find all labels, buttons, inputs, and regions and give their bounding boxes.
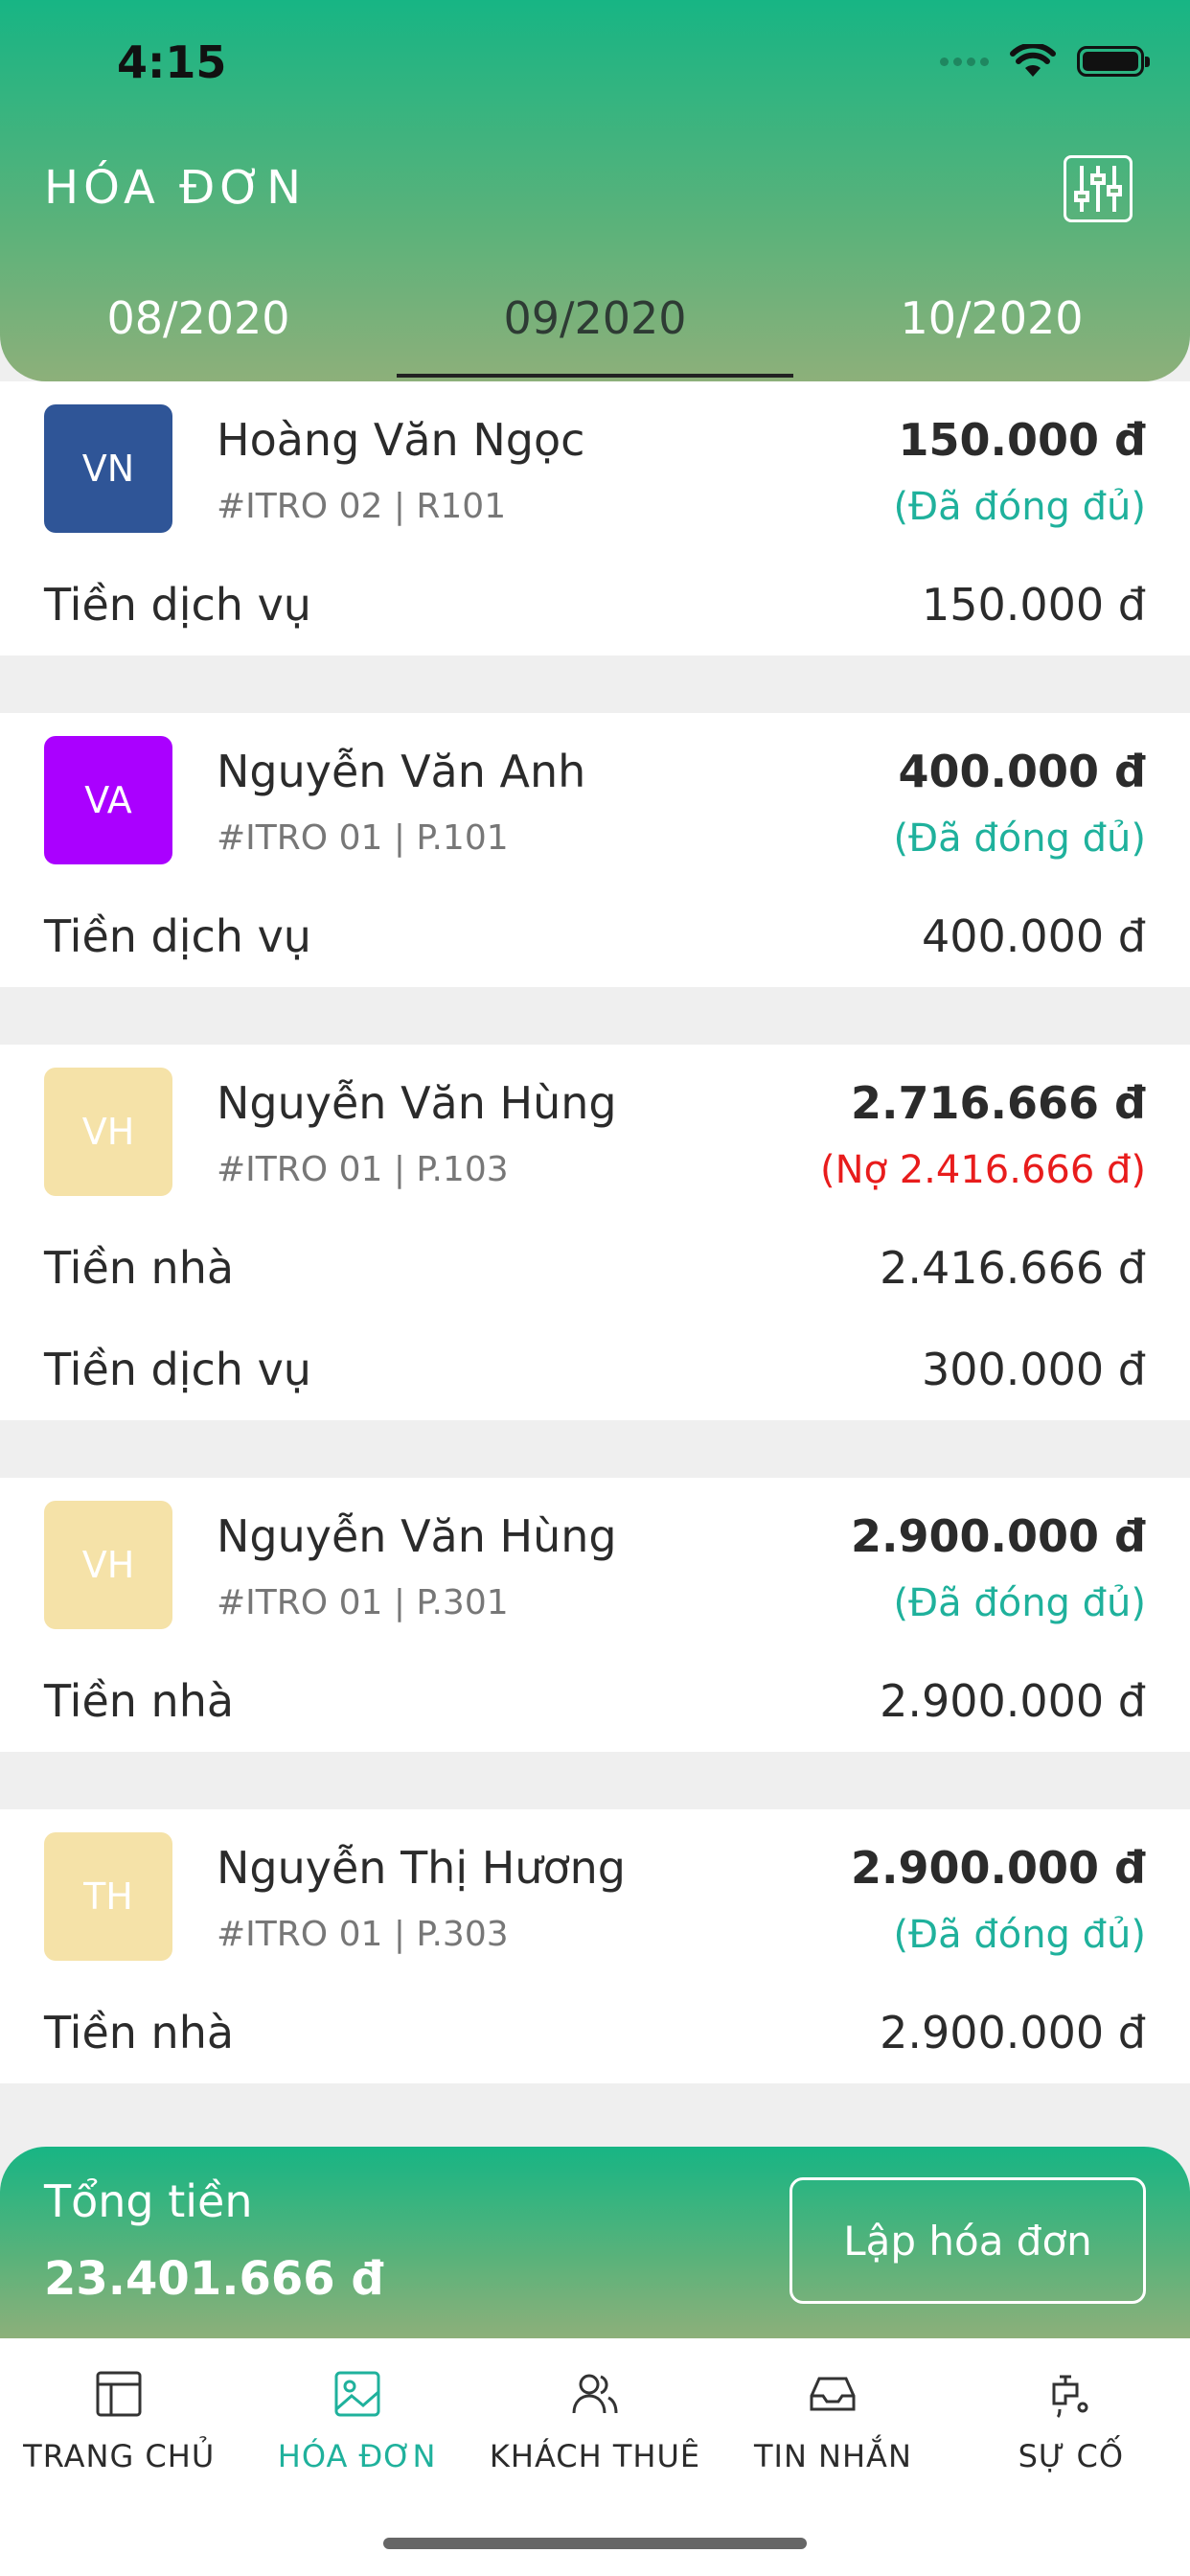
invoice-amount: 2.716.666 đ — [851, 1077, 1146, 1129]
line-label: Tiền dịch vụ — [44, 1344, 311, 1395]
avatar: TH — [44, 1832, 172, 1961]
room-code: #ITRO 01 | P.101 — [217, 818, 509, 858]
room-code: #ITRO 02 | R101 — [217, 487, 507, 526]
payment-status: (Đã đóng đủ) — [893, 1913, 1147, 1957]
invoice-amount: 150.000 đ — [898, 414, 1146, 466]
line-value: 2.900.000 đ — [880, 2007, 1146, 2058]
line-value: 2.416.666 đ — [880, 1242, 1146, 1294]
image-icon — [334, 2371, 380, 2417]
invoice-line: Tiền nhà 2.900.000 đ — [0, 1650, 1190, 1752]
room-code: #ITRO 01 | P.303 — [217, 1915, 509, 1954]
payment-status: (Đã đóng đủ) — [893, 816, 1147, 861]
line-value: 2.900.000 đ — [880, 1675, 1146, 1727]
line-label: Tiền nhà — [44, 2007, 235, 2058]
signal-icon — [940, 57, 989, 66]
invoice-line: Tiền nhà 2.416.666 đ — [0, 1217, 1190, 1319]
nav-item-incidents[interactable]: SỰ CỐ — [952, 2338, 1190, 2576]
room-code: #ITRO 01 | P.301 — [217, 1583, 509, 1622]
tab-month-09-2020[interactable]: 09/2020 — [397, 278, 793, 381]
invoice-header: VH Nguyễn Văn Hùng #ITRO 01 | P.301 2.90… — [0, 1478, 1190, 1629]
invoice-header: VN Hoàng Văn Ngọc #ITRO 02 | R101 150.00… — [0, 381, 1190, 533]
home-indicator — [383, 2538, 807, 2549]
payment-status: (Đã đóng đủ) — [893, 1581, 1147, 1625]
layout-icon — [96, 2371, 142, 2417]
invoice-card[interactable]: VH Nguyễn Văn Hùng #ITRO 01 | P.301 2.90… — [0, 1478, 1190, 1752]
line-label: Tiền nhà — [44, 1675, 235, 1727]
sliders-icon — [1074, 166, 1122, 212]
invoice-header: VA Nguyễn Văn Anh #ITRO 01 | P.101 400.0… — [0, 713, 1190, 864]
nav-label: KHÁCH THUÊ — [489, 2438, 701, 2474]
invoice-line: Tiền dịch vụ 150.000 đ — [0, 554, 1190, 656]
tenant-name: Nguyễn Thị Hương — [217, 1842, 626, 1894]
invoice-header: TH Nguyễn Thị Hương #ITRO 01 | P.303 2.9… — [0, 1809, 1190, 1961]
line-label: Tiền dịch vụ — [44, 910, 311, 962]
tab-month-08-2020[interactable]: 08/2020 — [0, 278, 397, 381]
tenant-name: Nguyễn Văn Hùng — [217, 1077, 617, 1129]
users-icon — [572, 2374, 618, 2414]
payment-status: (Nợ 2.416.666 đ) — [820, 1148, 1146, 1192]
invoice-list: VN Hoàng Văn Ngọc #ITRO 02 | R101 150.00… — [0, 381, 1190, 2141]
total-label: Tổng tiền — [44, 2175, 253, 2227]
invoice-line: Tiền dịch vụ 400.000 đ — [0, 886, 1190, 987]
nav-label: HÓA ĐƠN — [277, 2438, 437, 2474]
invoice-line: Tiền dịch vụ 300.000 đ — [0, 1319, 1190, 1420]
month-tabs: 08/2020 09/2020 10/2020 — [0, 278, 1190, 381]
line-label: Tiền dịch vụ — [44, 579, 311, 631]
line-value: 150.000 đ — [921, 579, 1146, 631]
avatar: VN — [44, 404, 172, 533]
tenant-name: Hoàng Văn Ngọc — [217, 414, 585, 466]
wifi-icon — [1010, 44, 1056, 77]
invoice-card[interactable]: VN Hoàng Văn Ngọc #ITRO 02 | R101 150.00… — [0, 381, 1190, 656]
nav-label: TRANG CHỦ — [23, 2438, 216, 2474]
line-label: Tiền nhà — [44, 1242, 235, 1294]
app-header: 4:15 HÓA ĐƠN 08/2020 09/2020 10/2020 — [0, 0, 1190, 381]
tab-month-10-2020[interactable]: 10/2020 — [793, 278, 1190, 381]
invoice-card[interactable]: VA Nguyễn Văn Anh #ITRO 01 | P.101 400.0… — [0, 713, 1190, 987]
create-invoice-button[interactable]: Lập hóa đơn — [790, 2177, 1146, 2304]
tenant-name: Nguyễn Văn Anh — [217, 746, 586, 797]
battery-icon — [1077, 46, 1150, 77]
faucet-icon — [1052, 2375, 1088, 2419]
filter-button[interactable] — [1064, 155, 1133, 222]
invoice-card[interactable]: VH Nguyễn Văn Hùng #ITRO 01 | P.103 2.71… — [0, 1045, 1190, 1420]
status-icons — [940, 44, 1150, 79]
nav-label: SỰ CỐ — [1018, 2438, 1125, 2474]
inbox-icon — [810, 2377, 856, 2411]
avatar: VA — [44, 736, 172, 864]
line-value: 300.000 đ — [921, 1344, 1146, 1395]
invoice-card[interactable]: TH Nguyễn Thị Hương #ITRO 01 | P.303 2.9… — [0, 1809, 1190, 2083]
avatar: VH — [44, 1501, 172, 1629]
nav-label: TIN NHẮN — [753, 2438, 912, 2474]
avatar: VH — [44, 1068, 172, 1196]
status-time: 4:15 — [117, 36, 227, 88]
room-code: #ITRO 01 | P.103 — [217, 1150, 509, 1189]
invoice-line: Tiền nhà 2.900.000 đ — [0, 1982, 1190, 2083]
tenant-name: Nguyễn Văn Hùng — [217, 1510, 617, 1562]
invoice-amount: 2.900.000 đ — [851, 1842, 1146, 1894]
nav-item-home[interactable]: TRANG CHỦ — [0, 2338, 238, 2576]
line-value: 400.000 đ — [921, 910, 1146, 962]
total-value: 23.401.666 đ — [44, 2252, 384, 2306]
page-title: HÓA ĐƠN — [44, 161, 307, 215]
invoice-amount: 2.900.000 đ — [851, 1510, 1146, 1562]
invoice-header: VH Nguyễn Văn Hùng #ITRO 01 | P.103 2.71… — [0, 1045, 1190, 1196]
invoice-amount: 400.000 đ — [898, 746, 1146, 797]
total-bar: Tổng tiền 23.401.666 đ Lập hóa đơn — [0, 2147, 1190, 2338]
payment-status: (Đã đóng đủ) — [893, 485, 1147, 529]
